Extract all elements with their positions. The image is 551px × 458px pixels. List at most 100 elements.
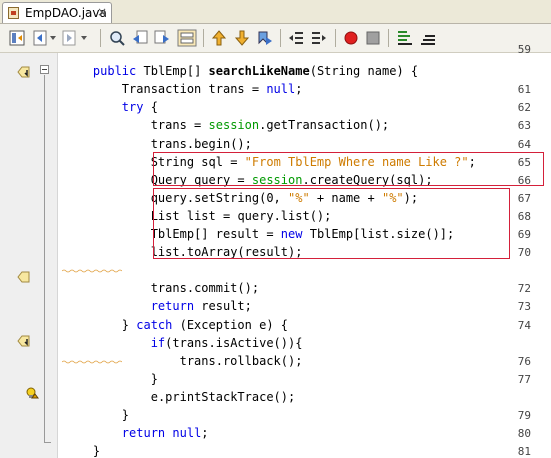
code-line: Transaction trans = null; xyxy=(64,82,303,97)
keyword: return xyxy=(150,299,195,314)
override-annotation-icon xyxy=(17,335,30,347)
code-token: . xyxy=(186,136,195,151)
line-number: 68 xyxy=(517,209,531,223)
toolbar-separator xyxy=(100,29,101,47)
code-token: [] xyxy=(186,64,209,79)
code-token: TblEmp xyxy=(143,64,187,79)
stop-macro-icon[interactable] xyxy=(364,29,382,47)
code-line: } xyxy=(64,372,158,386)
line-number: 63 xyxy=(517,119,531,133)
code-line: try { xyxy=(64,100,158,114)
code-token: } xyxy=(64,371,158,386)
code-token: begin xyxy=(194,136,231,151)
find-icon[interactable] xyxy=(108,29,126,47)
code-line: return null; xyxy=(64,426,209,440)
toolbar-separator xyxy=(335,29,336,47)
fold-guide xyxy=(44,75,45,443)
forward-history-icon[interactable] xyxy=(60,29,78,47)
code-token: Transaction xyxy=(121,82,202,97)
comment-icon[interactable] xyxy=(396,29,414,47)
code-token: getTransaction xyxy=(266,118,368,133)
code-line: public TblEmp[] searchLikeName(String na… xyxy=(64,64,418,78)
code-token: } xyxy=(64,444,101,458)
uncomment-icon[interactable] xyxy=(419,29,437,47)
previous-occurrence-icon[interactable] xyxy=(210,29,228,47)
code-token: (); xyxy=(280,353,303,368)
toolbar-separator xyxy=(203,29,204,47)
error-squiggle xyxy=(62,360,122,364)
next-occurrence-icon[interactable] xyxy=(233,29,251,47)
toggle-bookmark-icon[interactable] xyxy=(256,29,274,47)
code-token: trans xyxy=(150,136,187,151)
back-dropdown-icon[interactable] xyxy=(50,36,56,40)
code-token: trans xyxy=(172,335,209,350)
code-token: trans xyxy=(150,281,187,296)
code-line: return result; xyxy=(64,299,252,313)
code-token: } xyxy=(64,408,130,422)
line-number: 70 xyxy=(517,246,531,260)
method-name: searchLikeName xyxy=(208,64,310,79)
line-number: 61 xyxy=(517,83,531,97)
hint-tag-icon xyxy=(17,271,30,283)
code-token: ()){ xyxy=(273,335,303,350)
java-file-icon xyxy=(8,7,19,19)
forward-dropdown-icon[interactable] xyxy=(81,36,87,40)
start-macro-icon[interactable] xyxy=(342,29,360,47)
code-token: ) { xyxy=(266,317,289,332)
code-token: ; xyxy=(295,82,303,97)
line-number: 80 xyxy=(517,427,531,441)
line-number: 79 xyxy=(517,409,531,422)
field-ref: session xyxy=(208,118,260,133)
code-token: (); xyxy=(273,389,296,404)
shift-left-icon[interactable] xyxy=(287,29,305,47)
code-editor[interactable]: public TblEmp[] searchLikeName(String na… xyxy=(0,43,551,458)
line-number: 62 xyxy=(517,101,531,115)
code-token: (); xyxy=(230,136,252,151)
code-token: (); xyxy=(367,118,390,133)
line-number: 59 xyxy=(517,43,531,56)
line-number: 77 xyxy=(517,372,531,386)
back-history-icon[interactable] xyxy=(31,29,49,47)
code-token: isActive xyxy=(215,335,274,350)
code-token: (); xyxy=(237,281,260,296)
code-token: = xyxy=(186,118,209,133)
code-line: trans.begin(); xyxy=(64,137,252,151)
highlight-box-query xyxy=(153,188,510,259)
fold-toggle-icon[interactable] xyxy=(40,65,49,74)
line-number: 74 xyxy=(517,318,531,332)
toggle-view-icon[interactable] xyxy=(8,29,26,47)
shift-right-icon[interactable] xyxy=(310,29,328,47)
toolbar-separator xyxy=(280,29,281,47)
code-token: result xyxy=(201,299,245,314)
find-previous-icon[interactable] xyxy=(131,29,149,47)
code-line: } catch (Exception e) { xyxy=(64,318,288,332)
line-number: 73 xyxy=(517,300,531,314)
code-token: rollback xyxy=(222,353,281,368)
toggle-highlight-icon[interactable] xyxy=(177,29,197,47)
keyword: null xyxy=(266,82,296,97)
code-token: ; xyxy=(201,426,209,441)
code-token: . xyxy=(208,335,216,350)
editor-toolbar xyxy=(0,24,551,53)
line-number: 81 xyxy=(517,445,531,458)
code-token: commit xyxy=(194,281,238,296)
find-next-icon[interactable] xyxy=(153,29,171,47)
override-annotation-icon xyxy=(17,66,30,78)
code-token: printStackTrace xyxy=(165,389,274,404)
tab-empdao[interactable]: EmpDAO.java × xyxy=(2,2,112,23)
code-token: . xyxy=(186,281,195,296)
code-line: trans = session.getTransaction(); xyxy=(64,118,389,132)
warning-bulb-icon[interactable] xyxy=(25,387,39,399)
close-tab-icon[interactable]: × xyxy=(97,5,107,19)
